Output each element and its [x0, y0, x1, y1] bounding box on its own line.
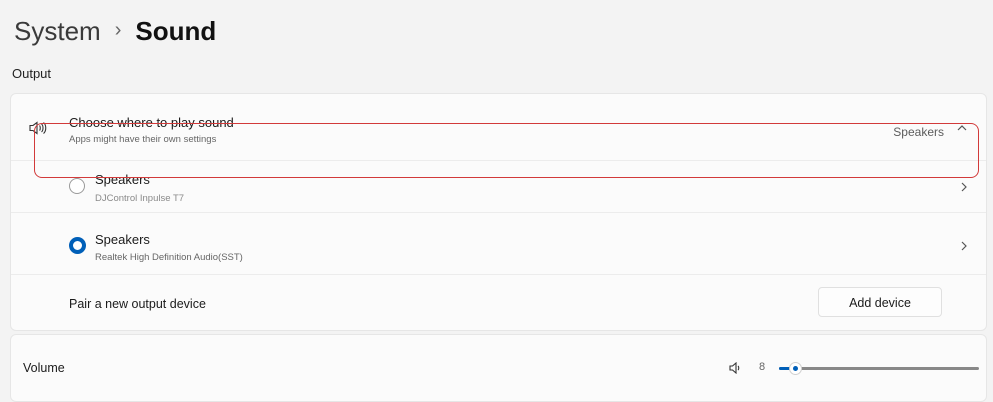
- chevron-right-icon[interactable]: [960, 240, 968, 252]
- device-detail: DJControl Inpulse T7: [95, 193, 185, 204]
- breadcrumb-separator: ›: [114, 19, 122, 41]
- chevron-right-icon[interactable]: [960, 181, 968, 193]
- device-name: Speakers: [95, 172, 150, 187]
- breadcrumb: System › Sound: [14, 14, 216, 48]
- output-card: Choose where to play sound Apps might ha…: [10, 93, 987, 331]
- selected-output-value: Speakers: [893, 125, 944, 139]
- pair-device-row: Pair a new output device Add device: [11, 274, 986, 331]
- output-device-realtek[interactable]: Speakers Realtek High Definition Audio(S…: [11, 214, 986, 271]
- choose-output-row[interactable]: Choose where to play sound Apps might ha…: [11, 94, 986, 161]
- device-radio-selected[interactable]: [69, 237, 86, 254]
- add-device-button[interactable]: Add device: [818, 287, 942, 317]
- volume-slider[interactable]: [779, 362, 979, 375]
- page-title: Sound: [135, 16, 217, 46]
- volume-icon[interactable]: [729, 362, 743, 374]
- choose-output-subtitle: Apps might have their own settings: [69, 134, 217, 145]
- breadcrumb-system-link[interactable]: System: [14, 14, 101, 48]
- chevron-up-icon[interactable]: [956, 122, 968, 134]
- volume-card: Volume 8: [10, 334, 987, 402]
- volume-label: Volume: [23, 361, 65, 375]
- volume-slider-track: [779, 367, 979, 370]
- output-section-label: Output: [12, 66, 52, 81]
- output-device-djcontrol[interactable]: Speakers DJControl Inpulse T7: [11, 160, 986, 213]
- volume-value: 8: [759, 361, 766, 373]
- device-detail: Realtek High Definition Audio(SST): [95, 252, 243, 263]
- device-name: Speakers: [95, 232, 150, 247]
- device-radio-unselected[interactable]: [69, 178, 85, 194]
- pair-device-label: Pair a new output device: [69, 297, 206, 311]
- volume-slider-thumb[interactable]: [789, 362, 802, 375]
- speaker-icon: [29, 121, 47, 135]
- choose-output-title: Choose where to play sound: [69, 115, 234, 130]
